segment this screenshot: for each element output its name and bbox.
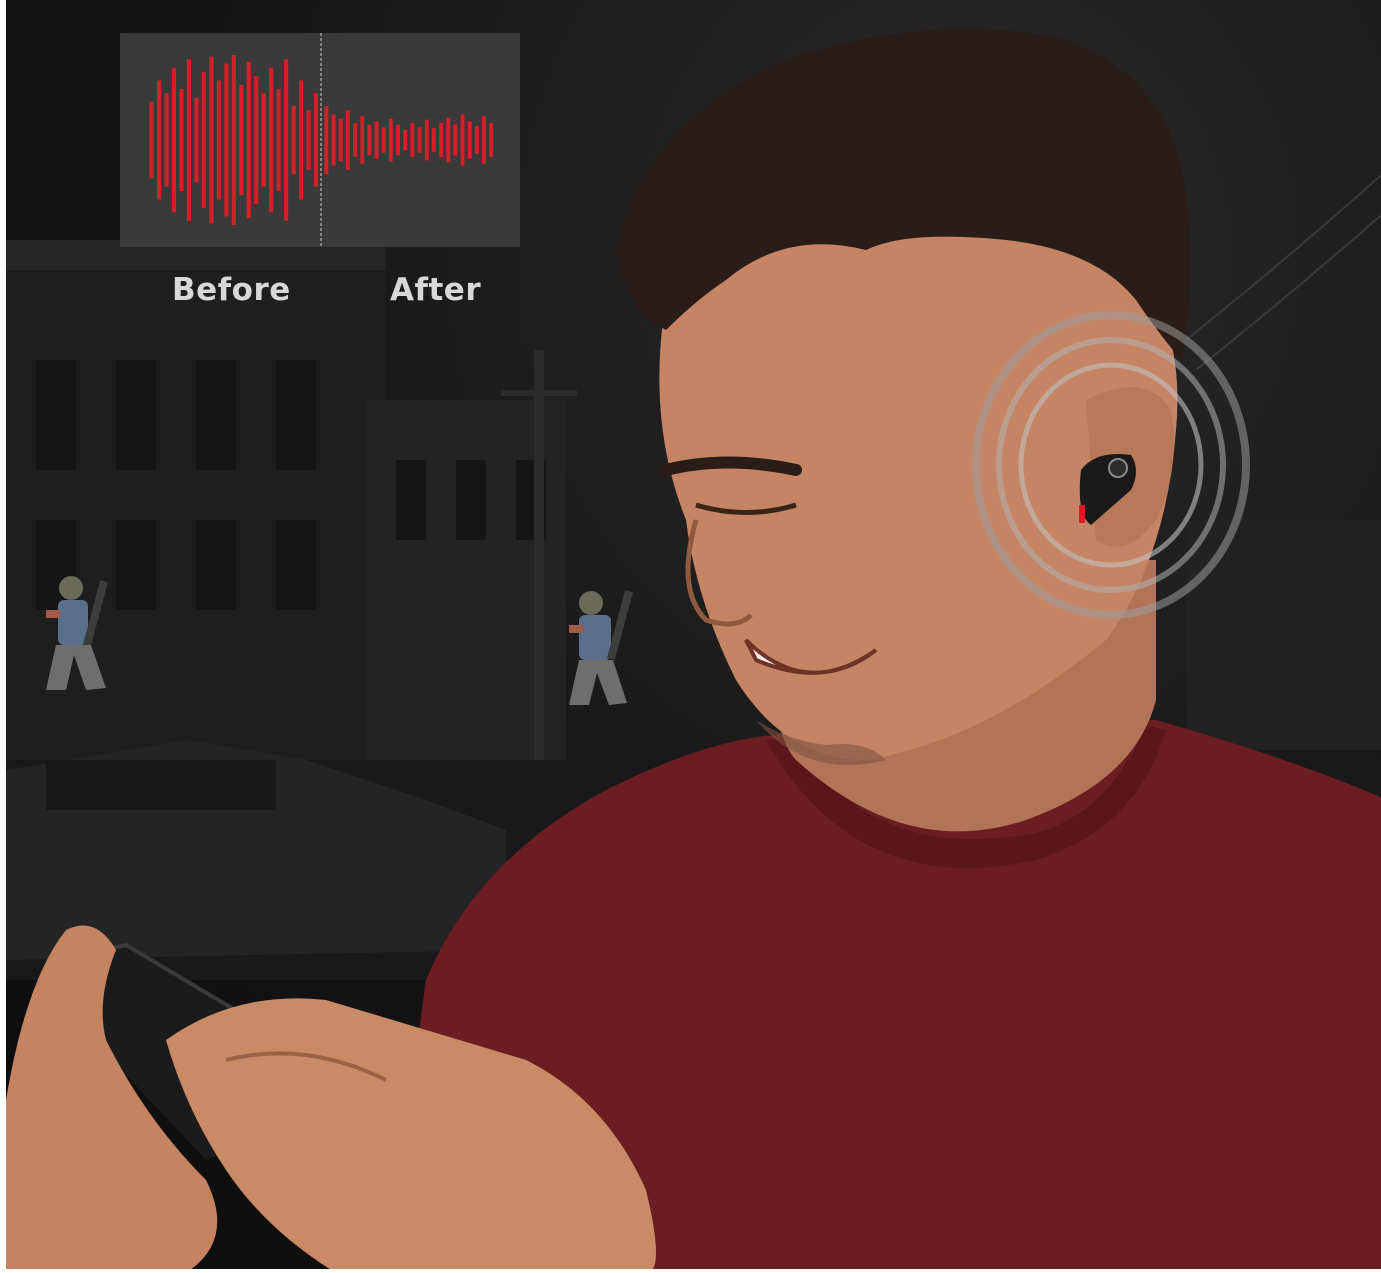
waveform-bar-before [276, 89, 281, 191]
waveform-bar-after [367, 124, 372, 156]
waveform-bar-before [254, 76, 259, 204]
waveform-bar-before [291, 106, 296, 174]
waveform-bar-after [424, 119, 429, 161]
waveform-bar-before [261, 93, 266, 187]
waveform-bar-after [446, 117, 451, 163]
sound-ring-icon [972, 311, 1250, 619]
waveform-bar-before [299, 80, 304, 200]
waveform-bar-before [239, 84, 244, 196]
after-label: After [390, 272, 482, 308]
waveform-bar-after [417, 127, 422, 153]
waveform-bar-before [171, 67, 176, 213]
waveform-bar-before [149, 101, 154, 179]
waveform-bar-after [360, 116, 365, 164]
waveform-bar-after [345, 110, 350, 170]
waveform-bar-before [231, 55, 236, 225]
waveform-bar-before [201, 72, 206, 208]
waveform-bar-before [186, 59, 191, 221]
waveform-bar-after [439, 123, 443, 157]
waveform-graphic [149, 33, 494, 247]
waveform-bar-before [314, 93, 319, 187]
waveform-bar-after [482, 116, 486, 164]
waveform-bar-after [474, 126, 479, 154]
waveform-bar-before [164, 93, 169, 187]
waveform-bar-before [269, 67, 274, 213]
waveform-panel [120, 33, 520, 247]
before-label: Before [172, 272, 291, 308]
waveform-bar-before [157, 80, 162, 200]
product-image: Before After [0, 0, 1381, 1273]
waveform-bar-after [410, 123, 415, 157]
waveform-bar-after [388, 118, 393, 162]
waveform-bar-before [306, 110, 311, 170]
waveform-bar-after [353, 123, 357, 157]
waveform-bar-before [216, 80, 221, 200]
waveform-bar-before [284, 59, 289, 221]
waveform-bar-after [403, 129, 408, 151]
waveform-bar-after [460, 114, 465, 166]
waveform-bar-after [396, 124, 400, 156]
waveform-bar-before [224, 63, 229, 217]
waveform-bar-before [194, 97, 199, 183]
waveform-bar-after [489, 123, 494, 157]
waveform-bar-before [209, 56, 214, 224]
waveform-bar-after [431, 128, 436, 152]
waveform-bar-before [246, 61, 251, 219]
waveform-bar-after [467, 121, 472, 159]
waveform-bar-after [453, 124, 458, 156]
waveform-bar-after [381, 127, 386, 153]
waveform-bar-after [338, 118, 343, 162]
waveform-bar-before [179, 89, 184, 191]
waveform-bar-after [331, 114, 336, 166]
waveform-bar-after [324, 106, 329, 174]
waveform-bar-after [374, 121, 379, 159]
